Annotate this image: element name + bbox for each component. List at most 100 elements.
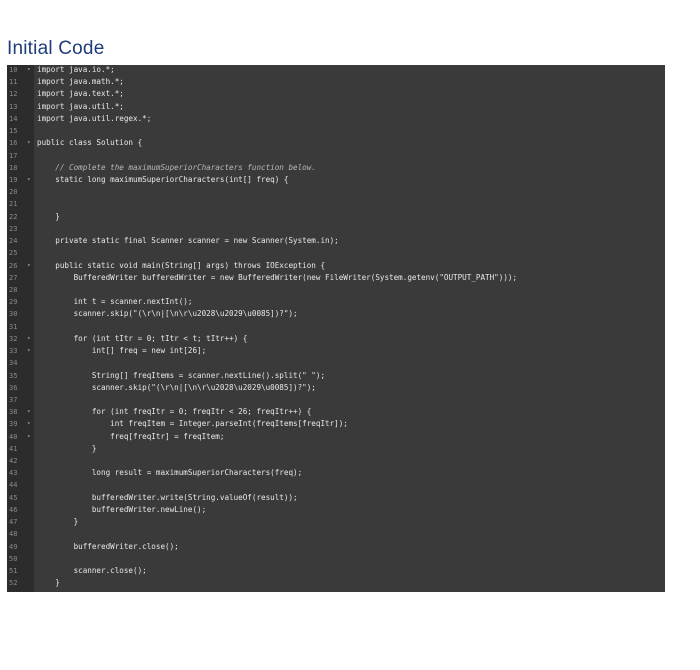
code-line: 20 [7,188,665,197]
fold-chevron-icon[interactable]: ▾ [27,139,31,148]
fold-chevron-icon[interactable]: ▾ [27,347,31,356]
code-text: freq[freqItr] = freqItem; [37,431,225,441]
code-text: bufferedWriter.write(String.valueOf(resu… [37,492,298,502]
code-line: 48 [7,530,665,539]
code-line: 42 [7,457,665,466]
line-number: 39 [9,420,18,429]
code-editor[interactable]: 10 ▾ import java.io.*; 11 import java.math.*… [7,65,665,592]
code-line: 44 [7,481,665,490]
fold-chevron-icon[interactable]: ▾ [27,176,31,185]
code-text: for (int freqItr = 0; freqItr < 26; freq… [37,407,312,417]
code-line: 35 String[] freqItems = scanner.nextLine… [7,370,665,381]
code-line: 47 } [7,517,665,527]
code-text: public class Solution { [37,138,143,148]
line-number: 21 [9,200,18,209]
fold-chevron-icon[interactable]: ▾ [27,408,31,417]
code-line: 45 bufferedWriter.write(String.valueOf(r… [7,492,665,503]
line-number: 44 [9,481,18,490]
code-line: 12 import java.text.*; [7,90,665,99]
code-text: String[] freqItems = scanner.nextLine().… [37,370,326,380]
code-text: BufferedWriter bufferedWriter = new Buff… [37,272,518,282]
line-number: 24 [9,237,18,246]
line-number: 27 [9,273,18,282]
line-number: 16 [9,139,18,148]
code-text: } [37,517,79,527]
line-number: 36 [9,383,18,392]
code-line: 40 ▾ freq[freqItr] = freqItem; [7,431,665,442]
line-number: 12 [9,90,18,99]
code-text: scanner.close(); [37,566,147,576]
code-line: 28 [7,286,665,295]
line-number: 48 [9,530,18,539]
code-line: 51 scanner.close(); [7,566,665,576]
line-number: 17 [9,151,18,160]
code-line: 38 ▾ for (int freqItr = 0; freqItr < 26; … [7,407,665,417]
line-number: 18 [9,163,18,172]
code-line: 39 ▾ int freqItem = Integer.parseInt(freq… [7,420,665,429]
code-text: import java.text.*; [37,89,124,99]
code-line: 18 // Complete the maximumSuperiorCharac… [7,162,665,173]
code-line: 26 ▾ public static void main(String[] arg… [7,260,665,271]
line-number: 31 [9,322,18,331]
line-number: 13 [9,102,18,111]
code-text: int freqItem = Integer.parseInt(freqItem… [37,419,348,429]
fold-chevron-icon[interactable]: ▾ [27,262,31,271]
line-number: 22 [9,212,18,221]
line-number: 26 [9,261,18,270]
line-number: 15 [9,127,18,136]
code-line: 24 private static final Scanner scanner … [7,236,665,246]
code-line: 52 } [7,579,665,588]
code-text: import java.util.regex.*; [37,113,152,123]
code-text: int t = scanner.nextInt(); [37,297,193,307]
code-text: import java.math.*; [37,77,124,87]
line-number: 20 [9,188,18,197]
code-text: } [37,443,97,453]
code-line: 41 } [7,443,665,454]
code-text: for (int tItr = 0; tItr < t; tItr++) { [37,333,248,343]
code-text: } [37,578,60,588]
code-line: 29 int t = scanner.nextInt(); [7,297,665,307]
line-number: 29 [9,298,18,307]
line-number: 35 [9,371,18,380]
line-number: 23 [9,224,18,233]
line-number: 51 [9,567,18,576]
code-text: public static void main(String[] args) t… [37,260,326,270]
line-number: 40 [9,432,18,441]
code-line: 33 ▾ int[] freq = new int[26]; [7,346,665,356]
line-number: 34 [9,359,18,368]
code-line: 19 ▾ static long maximumSuperiorCharacter… [7,175,665,185]
line-number: 30 [9,310,18,319]
code-line: 22 } [7,211,665,222]
code-line: 31 [7,323,665,332]
line-number: 42 [9,457,18,466]
code-line: 30 scanner.skip("(\r\n|[\n\r\u2028\u2029… [7,310,665,319]
fold-chevron-icon[interactable]: ▾ [27,420,31,429]
line-number: 37 [9,395,18,404]
code-line: 27 BufferedWriter bufferedWriter = new B… [7,272,665,283]
code-line: 46 bufferedWriter.newLine(); [7,504,665,515]
fold-chevron-icon[interactable]: ▾ [27,433,31,442]
code-line: 50 [7,555,665,564]
fold-chevron-icon[interactable]: ▾ [27,335,31,344]
line-number: 25 [9,249,18,258]
page-title: Initial Code [7,38,105,59]
code-line: 21 [7,200,665,209]
line-number: 49 [9,542,18,551]
code-text: bufferedWriter.newLine(); [37,504,207,514]
line-number: 14 [9,114,18,123]
code-line: 37 [7,396,665,405]
code-line: 34 [7,359,665,368]
line-number: 45 [9,493,18,502]
line-number: 52 [9,579,18,588]
code-line: 11 import java.math.*; [7,78,665,87]
code-text: } [37,211,60,221]
line-number: 32 [9,334,18,343]
line-number: 41 [9,444,18,453]
line-number: 47 [9,518,18,527]
fold-chevron-icon[interactable]: ▾ [27,66,31,75]
code-text: int[] freq = new int[26]; [37,346,207,356]
code-line: 36 scanner.skip("(\r\n|[\n\r\u2028\u2029… [7,383,665,393]
code-line: 49 bufferedWriter.close(); [7,542,665,552]
code-text: long result = maximumSuperiorCharacters(… [37,468,303,478]
code-text: // Complete the maximumSuperiorCharacter… [37,162,316,172]
